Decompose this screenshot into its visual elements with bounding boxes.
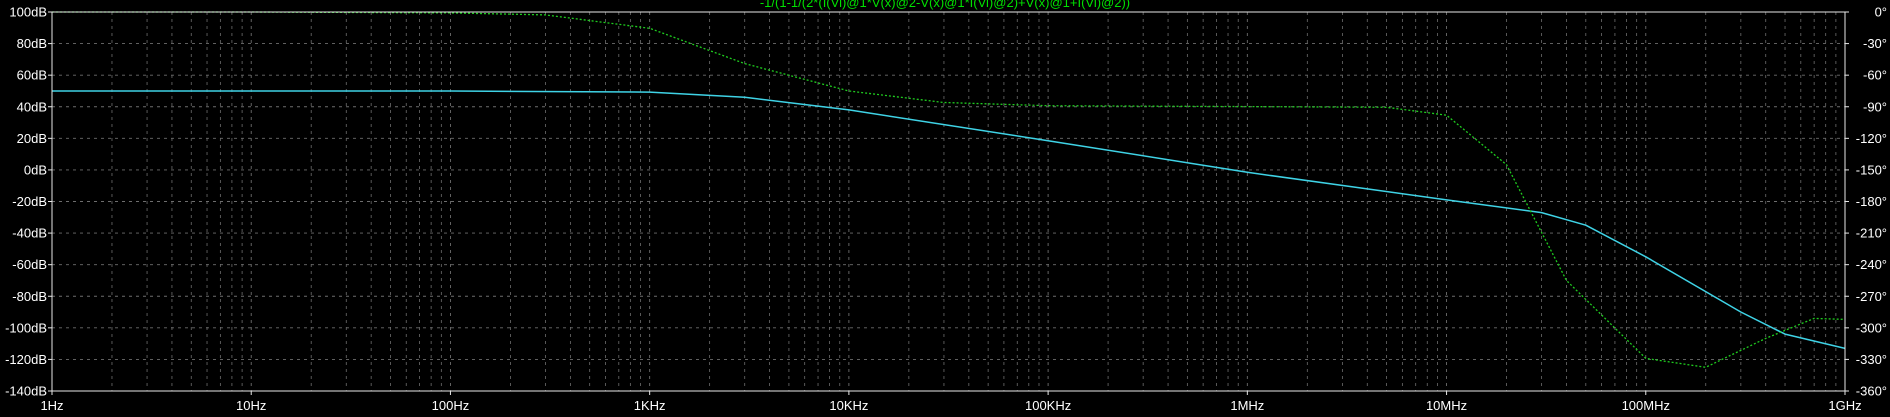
right-axis-ticks: 0° -30° -60° -90° -120° -150° -180° -210° -240° -… [1845,5,1887,399]
phase-trace [52,11,1846,368]
left-axis-ticks: 100dB 80dB 60dB 40dB 20dB 0dB -20dB -40dB -60dB -… [5,5,52,399]
right-tick-label: -300° [1856,320,1887,335]
right-tick-label: -30° [1863,36,1887,51]
right-tick-label: -210° [1856,226,1887,241]
right-tick-label: -150° [1856,162,1887,177]
left-tick-label: -80dB [12,289,47,304]
right-tick-label: -60° [1863,68,1887,83]
x-tick-label: 1MHz [1230,398,1264,413]
left-tick-label: 0dB [24,162,47,177]
x-axis-ticks: 1Hz 10Hz 100Hz 1KHz 10KHz 100KHz 1MHz 10MHz 100M… [40,391,1862,413]
left-tick-label: -60dB [12,257,47,272]
left-tick-label: 60dB [17,68,47,83]
right-tick-label: -90° [1863,99,1887,114]
left-tick-label: -140dB [5,384,47,399]
x-tick-label: 100KHz [1025,398,1071,413]
right-tick-label: -360° [1856,384,1887,399]
traces [52,11,1846,368]
bode-plot: -1/(1-1/(2*(I(Vi)@1*V(x)@2-V(x)@1*I(Vi)@… [5,0,1887,413]
plot-title: -1/(1-1/(2*(I(Vi)@1*V(x)@2-V(x)@1*I(Vi)@… [760,0,1130,10]
right-tick-label: -330° [1856,352,1887,367]
left-tick-label: -20dB [12,194,47,209]
x-tick-label: 100MHz [1622,398,1670,413]
x-tick-label: 100Hz [432,398,470,413]
left-tick-label: -120dB [5,352,47,367]
x-tick-label: 1GHz [1828,398,1861,413]
left-tick-label: 20dB [17,131,47,146]
right-tick-label: 0° [1875,5,1887,20]
left-tick-label: 80dB [17,36,47,51]
magnitude-trace [52,90,1846,350]
left-tick-label: 40dB [17,99,47,114]
x-tick-label: 10MHz [1426,398,1467,413]
right-tick-label: -270° [1856,289,1887,304]
right-tick-label: -240° [1856,257,1887,272]
left-tick-label: -40dB [12,226,47,241]
x-tick-label: 1KHz [634,398,666,413]
x-tick-label: 10KHz [829,398,868,413]
right-tick-label: -180° [1856,194,1887,209]
left-tick-label: 100dB [9,5,47,20]
x-tick-label: 1Hz [40,398,63,413]
right-tick-label: -120° [1856,131,1887,146]
left-tick-label: -100dB [5,320,47,335]
grid-lines [52,12,1845,391]
x-tick-label: 10Hz [236,398,266,413]
